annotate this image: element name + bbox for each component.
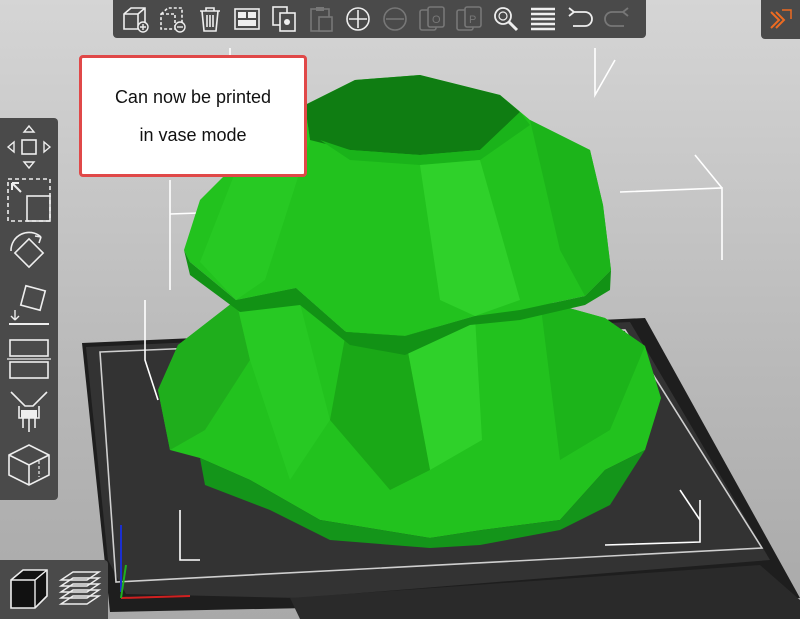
place-on-face-icon[interactable]: [4, 281, 54, 331]
layers-editing-icon[interactable]: [524, 2, 561, 36]
scale-icon[interactable]: [4, 175, 54, 225]
collapse-sidebar-button[interactable]: [761, 0, 800, 39]
annotation-callout: Can now be printed in vase mode: [79, 55, 307, 177]
paste-icon[interactable]: [302, 2, 339, 36]
move-icon[interactable]: [4, 122, 54, 172]
double-chevron-icon: [769, 8, 792, 29]
callout-line-2: in vase mode: [139, 124, 247, 145]
search-icon[interactable]: [487, 2, 524, 36]
remove-instance-icon[interactable]: [376, 2, 413, 36]
split-to-parts-icon[interactable]: P: [450, 2, 487, 36]
preview-icon[interactable]: [55, 564, 105, 614]
view-switch: [0, 560, 108, 619]
svg-text:O: O: [432, 14, 441, 26]
paint-supports-icon[interactable]: [4, 387, 54, 437]
callout-line-1: Can now be printed: [114, 86, 272, 107]
left-toolbar: [0, 118, 58, 500]
redo-icon[interactable]: [598, 2, 635, 36]
cut-icon[interactable]: [4, 334, 54, 384]
rotate-icon[interactable]: [4, 228, 54, 278]
seam-painting-icon[interactable]: [4, 440, 54, 490]
split-to-objects-icon[interactable]: O: [413, 2, 450, 36]
arrange-icon[interactable]: [228, 2, 265, 36]
undo-icon[interactable]: [561, 2, 598, 36]
3d-view-icon[interactable]: [4, 564, 54, 614]
top-toolbar: O P: [113, 0, 646, 38]
copy-icon[interactable]: [265, 2, 302, 36]
svg-text:P: P: [469, 14, 476, 26]
delete-all-icon[interactable]: [191, 2, 228, 36]
add-icon[interactable]: [117, 2, 154, 36]
add-instance-icon[interactable]: [339, 2, 376, 36]
delete-icon[interactable]: [154, 2, 191, 36]
